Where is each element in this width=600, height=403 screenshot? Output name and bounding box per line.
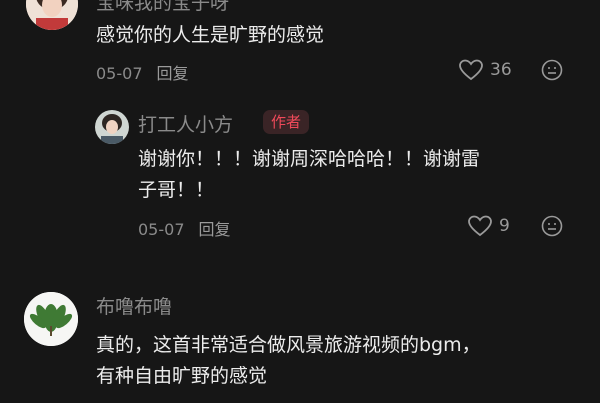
comment-username[interactable]: 打工人小方	[138, 110, 233, 137]
emoji-button[interactable]	[541, 215, 563, 237]
heart-icon	[459, 59, 483, 81]
like-button[interactable]: 36	[458, 58, 512, 82]
comment-text-line: 有种自由旷野的感觉	[96, 365, 268, 387]
comment-list: 宝味我的宝子呀 感觉你的人生是旷野的感觉 05-07 回复 36 打工人小方 作者…	[0, 0, 600, 403]
comment-emoji-icon	[541, 59, 563, 81]
author-badge: 作者	[263, 110, 310, 134]
like-count: 9	[499, 216, 510, 236]
avatar[interactable]	[24, 292, 78, 346]
comment-date: 05-07	[96, 64, 143, 83]
heart-icon	[468, 215, 492, 237]
comment-text: 感觉你的人生是旷野的感觉	[96, 24, 325, 46]
comment-text-line: 谢谢你！！！谢谢周深哈哈哈！！谢谢雷	[138, 148, 481, 170]
comment-username[interactable]: 布噜布噜	[96, 292, 172, 319]
reply-button[interactable]: 回复	[199, 220, 231, 239]
avatar[interactable]	[95, 110, 129, 144]
avatar[interactable]	[26, 0, 78, 30]
comment-meta: 05-07 回复	[96, 60, 189, 84]
emoji-button[interactable]	[541, 59, 563, 81]
comment-text-line: 真的，这首非常适合做风景旅游视频的bgm，	[96, 334, 481, 356]
like-count: 36	[490, 60, 512, 80]
reply-button[interactable]: 回复	[157, 64, 189, 83]
comment-emoji-icon	[541, 215, 563, 237]
comment-text-line: 子哥！！	[138, 179, 215, 201]
comment-meta: 05-07 回复	[138, 216, 231, 240]
like-button[interactable]: 9	[467, 214, 510, 238]
comment-date: 05-07	[138, 220, 185, 239]
comment-username[interactable]: 宝味我的宝子呀	[96, 0, 229, 15]
